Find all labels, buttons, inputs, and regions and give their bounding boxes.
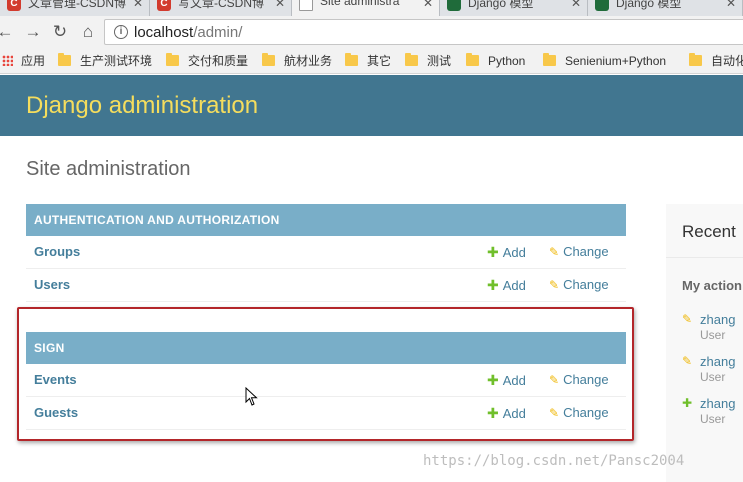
model-link-users[interactable]: Users xyxy=(34,277,70,292)
tab-django-model-2[interactable]: Django 模型 ✕ xyxy=(588,0,743,16)
site-brand[interactable]: Django administration xyxy=(26,92,258,120)
plus-icon: ✚ xyxy=(682,396,693,410)
bookmark-apps[interactable]: 应用 xyxy=(2,53,45,69)
close-icon[interactable]: ✕ xyxy=(275,0,285,10)
folder-icon xyxy=(689,53,702,66)
annotation-highlight-box xyxy=(17,307,634,441)
model-row: Groups ✚ Add ✎ Change xyxy=(26,236,626,269)
add-label: Add xyxy=(502,278,526,293)
add-link[interactable]: ✚ Add xyxy=(487,244,526,261)
page-title: Site administration xyxy=(26,158,191,180)
site-header: Django administration xyxy=(0,75,743,136)
bookmark-folder[interactable]: 交付和质量 xyxy=(166,53,248,69)
folder-icon xyxy=(58,53,71,66)
close-icon[interactable]: ✕ xyxy=(423,0,433,10)
bookmark-label: Senienium+Python xyxy=(565,54,667,68)
bookmark-folder[interactable]: Python xyxy=(466,53,525,69)
module-caption[interactable]: Authentication and Authorization xyxy=(26,204,626,236)
bookmarks-bar: 应用 生产测试环境 交付和质量 航材业务 其它 测试 Python Senien… xyxy=(0,48,743,74)
app-module-auth: Authentication and Authorization Groups … xyxy=(26,204,626,302)
recent-action-link[interactable]: zhang xyxy=(700,312,735,327)
recent-actions-panel: Recent My action ✎ zhang User ✎ zhang Us… xyxy=(666,204,743,482)
change-link[interactable]: ✎ Change xyxy=(549,277,609,292)
close-icon[interactable]: ✕ xyxy=(726,0,736,10)
csdn-icon: C xyxy=(7,0,21,11)
recent-action-link[interactable]: zhang xyxy=(700,396,735,411)
tab-article-manage[interactable]: C 文章管理-CSDN博 ✕ xyxy=(0,0,150,16)
tab-title: Site administra xyxy=(320,0,400,8)
recent-actions-title: Recent xyxy=(682,222,736,241)
pencil-icon: ✎ xyxy=(549,278,560,292)
django-icon xyxy=(595,0,609,11)
tab-title: Django 模型 xyxy=(616,0,682,10)
close-icon[interactable]: ✕ xyxy=(571,0,581,10)
bookmark-label: 交付和质量 xyxy=(188,54,249,68)
tab-write-article[interactable]: C 写文章-CSDN博 ✕ xyxy=(150,0,292,16)
close-icon[interactable]: ✕ xyxy=(133,0,143,10)
model-link-groups[interactable]: Groups xyxy=(34,244,80,259)
address-url[interactable]: localhost/admin/ xyxy=(134,24,242,41)
tab-title: 写文章-CSDN博 xyxy=(178,0,264,10)
home-icon[interactable]: ⌂ xyxy=(77,21,99,43)
csdn-icon: C xyxy=(157,0,171,11)
folder-icon xyxy=(405,53,418,66)
change-link[interactable]: ✎ Change xyxy=(549,244,609,259)
folder-icon xyxy=(345,53,358,66)
bookmark-folder[interactable]: 航材业务 xyxy=(262,53,332,69)
change-label: Change xyxy=(563,244,609,259)
model-row: Users ✚ Add ✎ Change xyxy=(26,269,626,302)
page-icon xyxy=(299,0,313,11)
bookmark-label: 测试 xyxy=(427,54,452,68)
recent-action-type: User xyxy=(700,412,726,426)
plus-icon: ✚ xyxy=(487,244,499,260)
recent-action-type: User xyxy=(700,328,726,342)
folder-icon xyxy=(466,53,479,66)
plus-icon: ✚ xyxy=(487,277,499,293)
pencil-icon: ✎ xyxy=(549,245,560,259)
watermark-text: https://blog.csdn.net/Pansc2004 xyxy=(423,453,685,469)
django-icon xyxy=(447,0,461,11)
bookmark-folder[interactable]: 自动化 xyxy=(689,53,743,69)
tab-strip: C 文章管理-CSDN博 ✕ C 写文章-CSDN博 ✕ Site admini… xyxy=(0,0,743,16)
apps-icon xyxy=(2,55,13,66)
bookmark-label: Python xyxy=(488,54,526,68)
change-label: Change xyxy=(563,277,609,292)
mouse-cursor-icon xyxy=(245,387,258,406)
bookmark-label: 航材业务 xyxy=(284,54,333,68)
recent-action-link[interactable]: zhang xyxy=(700,354,735,369)
add-label: Add xyxy=(502,245,526,260)
bookmark-folder[interactable]: 其它 xyxy=(345,53,391,69)
recent-action-type: User xyxy=(700,370,726,384)
bookmark-label: 生产测试环境 xyxy=(80,54,153,68)
recent-actions-header: Recent xyxy=(666,204,743,258)
folder-icon xyxy=(543,53,556,66)
my-actions-heading: My action xyxy=(682,278,742,293)
bookmark-label: 其它 xyxy=(367,54,392,68)
tab-title: 文章管理-CSDN博 xyxy=(28,0,126,10)
bookmark-folder[interactable]: 测试 xyxy=(405,53,451,69)
bookmark-label: 自动化 xyxy=(711,54,743,68)
address-bar[interactable]: i localhost/admin/ xyxy=(104,19,743,45)
forward-arrow-icon[interactable]: → xyxy=(22,21,44,43)
bookmark-folder[interactable]: Senienium+Python xyxy=(543,53,666,69)
pencil-icon: ✎ xyxy=(682,312,693,326)
tab-django-model-1[interactable]: Django 模型 ✕ xyxy=(440,0,588,16)
url-path: /admin/ xyxy=(193,24,243,41)
bookmark-label: 应用 xyxy=(21,54,46,68)
tab-site-administration[interactable]: Site administra ✕ xyxy=(292,0,440,16)
url-host: localhost xyxy=(134,24,194,41)
bookmark-folder[interactable]: 生产测试环境 xyxy=(58,53,152,69)
folder-icon xyxy=(166,53,179,66)
back-arrow-icon[interactable]: ← xyxy=(0,21,16,43)
info-icon[interactable]: i xyxy=(114,25,128,39)
browser-toolbar: ← → ↻ ⌂ i localhost/admin/ xyxy=(0,16,743,48)
add-link[interactable]: ✚ Add xyxy=(487,277,526,294)
reload-icon[interactable]: ↻ xyxy=(49,21,71,43)
pencil-icon: ✎ xyxy=(682,354,693,368)
folder-icon xyxy=(262,53,275,66)
tab-title: Django 模型 xyxy=(468,0,534,10)
